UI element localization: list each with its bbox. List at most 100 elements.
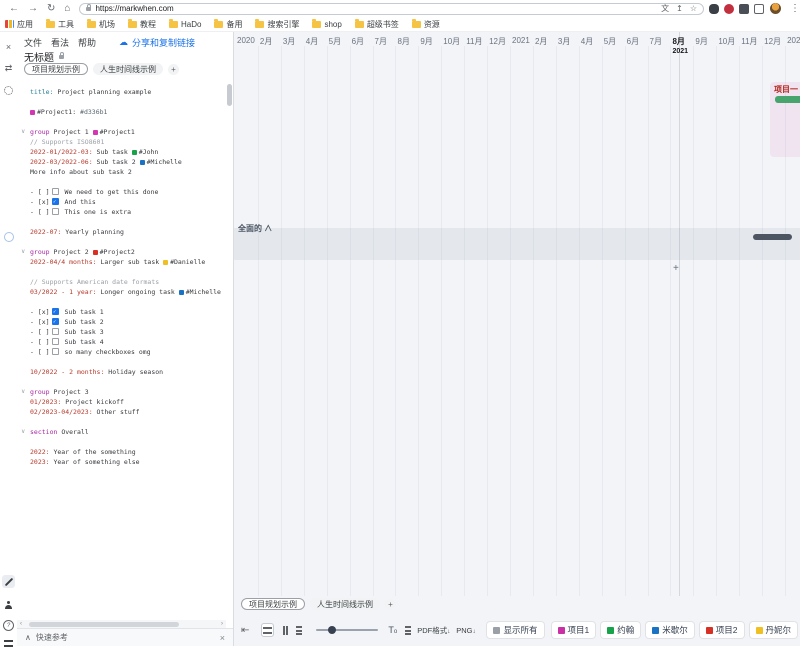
checkbox[interactable] xyxy=(52,328,59,335)
editor-vertical-scrollbar[interactable] xyxy=(227,82,232,616)
text-size-button[interactable]: To xyxy=(388,625,397,635)
back-icon[interactable]: ← xyxy=(9,0,19,17)
rows-view-icon[interactable] xyxy=(296,626,302,635)
code-line[interactable] xyxy=(17,117,225,127)
timeline-tab[interactable]: 人生时间线示例 xyxy=(310,598,380,610)
code-line[interactable]: - [ ] so many checkboxes omg xyxy=(17,347,225,357)
scrollbar-thumb[interactable] xyxy=(227,84,232,106)
checkbox[interactable] xyxy=(52,338,59,345)
legend-chip[interactable]: 项目1 xyxy=(552,622,596,638)
code-line[interactable] xyxy=(17,237,225,247)
timeline-tab[interactable]: 项目规划示例 xyxy=(241,598,305,610)
code-line[interactable]: // Supports American date formats xyxy=(17,277,225,287)
code-line[interactable]: - [ ] Sub task 4 xyxy=(17,337,225,347)
menu-item[interactable]: 文件 xyxy=(24,36,42,49)
profile-avatar[interactable] xyxy=(770,3,781,14)
fold-arrow-icon[interactable]: ∨ xyxy=(21,427,25,437)
fold-arrow-icon[interactable]: ∨ xyxy=(21,127,25,137)
export-png-button[interactable]: PNG↓ xyxy=(456,626,475,635)
checkbox[interactable] xyxy=(52,208,59,215)
settings-gear-icon[interactable] xyxy=(2,84,15,97)
code-line[interactable]: 2023: Year of something else xyxy=(17,457,225,467)
code-line[interactable] xyxy=(17,297,225,307)
help-icon[interactable]: ? xyxy=(2,619,15,632)
bookmark-item[interactable]: 超级书签 xyxy=(355,19,399,30)
collapse-rows-icon[interactable] xyxy=(405,626,411,635)
code-line[interactable] xyxy=(17,377,225,387)
section-toggle[interactable]: 全面的 ∧ xyxy=(238,223,272,234)
hierarchy-view-icon[interactable] xyxy=(2,637,15,650)
fold-arrow-icon[interactable]: ∨ xyxy=(21,247,25,257)
checkbox[interactable] xyxy=(52,308,59,315)
code-line[interactable]: 2022-01/2022-03: Sub task #John xyxy=(17,147,225,157)
quick-reference-bar[interactable]: ∧ 快速参考 × xyxy=(17,628,233,646)
editor-content[interactable]: title: Project planning example #Project1… xyxy=(17,83,225,467)
code-line[interactable]: - [ ] We need to get this done xyxy=(17,187,225,197)
slider-knob[interactable] xyxy=(328,626,336,634)
fold-arrow-icon[interactable]: ∨ xyxy=(21,387,25,397)
menu-item[interactable]: 帮助 xyxy=(78,36,96,49)
share-icon[interactable]: ↥ xyxy=(676,4,683,13)
bookmark-star-icon[interactable]: ☆ xyxy=(690,4,697,13)
bookmark-item[interactable]: 备用 xyxy=(214,19,242,30)
view-timeline-button[interactable] xyxy=(261,623,274,637)
code-line[interactable]: #Project1: #d336b1 xyxy=(17,107,225,117)
close-panel-icon[interactable]: × xyxy=(2,40,15,53)
code-line[interactable]: 2022-04/4 months: Larger sub task #Danie… xyxy=(17,257,225,267)
code-line[interactable] xyxy=(17,357,225,367)
code-line[interactable]: - [x] Sub task 2 xyxy=(17,317,225,327)
scroll-right-icon[interactable]: › xyxy=(218,621,226,627)
edit-pencil-icon[interactable] xyxy=(2,575,15,588)
code-line[interactable]: More info about sub task 2 xyxy=(17,167,225,177)
bookmark-item[interactable]: 教程 xyxy=(128,19,156,30)
forward-icon[interactable]: → xyxy=(28,0,38,17)
code-line[interactable]: // Supports ISO8601 xyxy=(17,137,225,147)
extension-icon[interactable] xyxy=(724,4,734,14)
profile-person-icon[interactable] xyxy=(2,598,15,611)
code-line[interactable] xyxy=(17,217,225,227)
bookmark-item[interactable]: 资源 xyxy=(412,19,440,30)
scrollbar-thumb[interactable] xyxy=(29,622,179,627)
menu-item[interactable]: 看法 xyxy=(51,36,69,49)
code-line[interactable]: ∨group Project 2 #Project2 xyxy=(17,247,225,257)
code-line[interactable] xyxy=(17,417,225,427)
code-line[interactable]: 02/2023-04/2023: Other stuff xyxy=(17,407,225,417)
status-bubble-icon[interactable] xyxy=(2,230,15,243)
add-tab-button[interactable]: + xyxy=(168,64,179,75)
code-line[interactable]: 01/2023: Project kickoff xyxy=(17,397,225,407)
code-line[interactable]: 2022: Year of the something xyxy=(17,447,225,457)
bookmark-item[interactable]: 搜索引擎 xyxy=(255,19,299,30)
bookmark-item[interactable]: 应用 xyxy=(5,19,33,30)
code-line[interactable]: ∨section Overall xyxy=(17,427,225,437)
legend-chip[interactable]: 项目2 xyxy=(700,622,744,638)
checkbox[interactable] xyxy=(52,198,59,205)
columns-view-icon[interactable] xyxy=(283,626,288,635)
export-pdf-button[interactable]: PDF格式↓ xyxy=(417,625,450,636)
event-bar-year[interactable] xyxy=(753,234,792,240)
code-line[interactable] xyxy=(17,437,225,447)
checkbox[interactable] xyxy=(52,188,59,195)
edit-lock-icon[interactable] xyxy=(59,55,64,59)
code-line[interactable] xyxy=(17,97,225,107)
event-bar-subtask[interactable] xyxy=(775,96,800,103)
extension-puzzle-icon[interactable] xyxy=(739,4,749,14)
reload-icon[interactable]: ↻ xyxy=(47,0,55,17)
code-line[interactable]: title: Project planning example xyxy=(17,87,225,97)
code-line[interactable] xyxy=(17,177,225,187)
scroll-left-icon[interactable]: ‹ xyxy=(17,621,25,627)
code-line[interactable]: 10/2022 - 2 months: Holiday season xyxy=(17,367,225,377)
sidebar-window-icon[interactable] xyxy=(754,4,764,14)
swap-panels-icon[interactable]: ⇄ xyxy=(2,62,15,75)
timeline-pane[interactable]: 20202月3月4月5月6月7月8月9月10月11月12月20212月3月4月5… xyxy=(233,32,800,646)
code-line[interactable]: - [ ] Sub task 3 xyxy=(17,327,225,337)
home-icon[interactable]: ⌂ xyxy=(64,0,70,17)
zoom-slider[interactable] xyxy=(316,629,378,631)
translate-icon[interactable]: 文 xyxy=(661,3,669,14)
legend-chip[interactable]: 米歇尔 xyxy=(646,622,694,638)
share-button[interactable]: ☁ 分享和复制链接 xyxy=(119,36,195,49)
code-line[interactable]: ∨group Project 1 #Project1 xyxy=(17,127,225,137)
code-line[interactable]: ∨group Project 3 xyxy=(17,387,225,397)
close-icon[interactable]: × xyxy=(220,633,225,643)
code-line[interactable] xyxy=(17,267,225,277)
editor-horizontal-scrollbar[interactable]: ‹ › xyxy=(17,620,226,628)
